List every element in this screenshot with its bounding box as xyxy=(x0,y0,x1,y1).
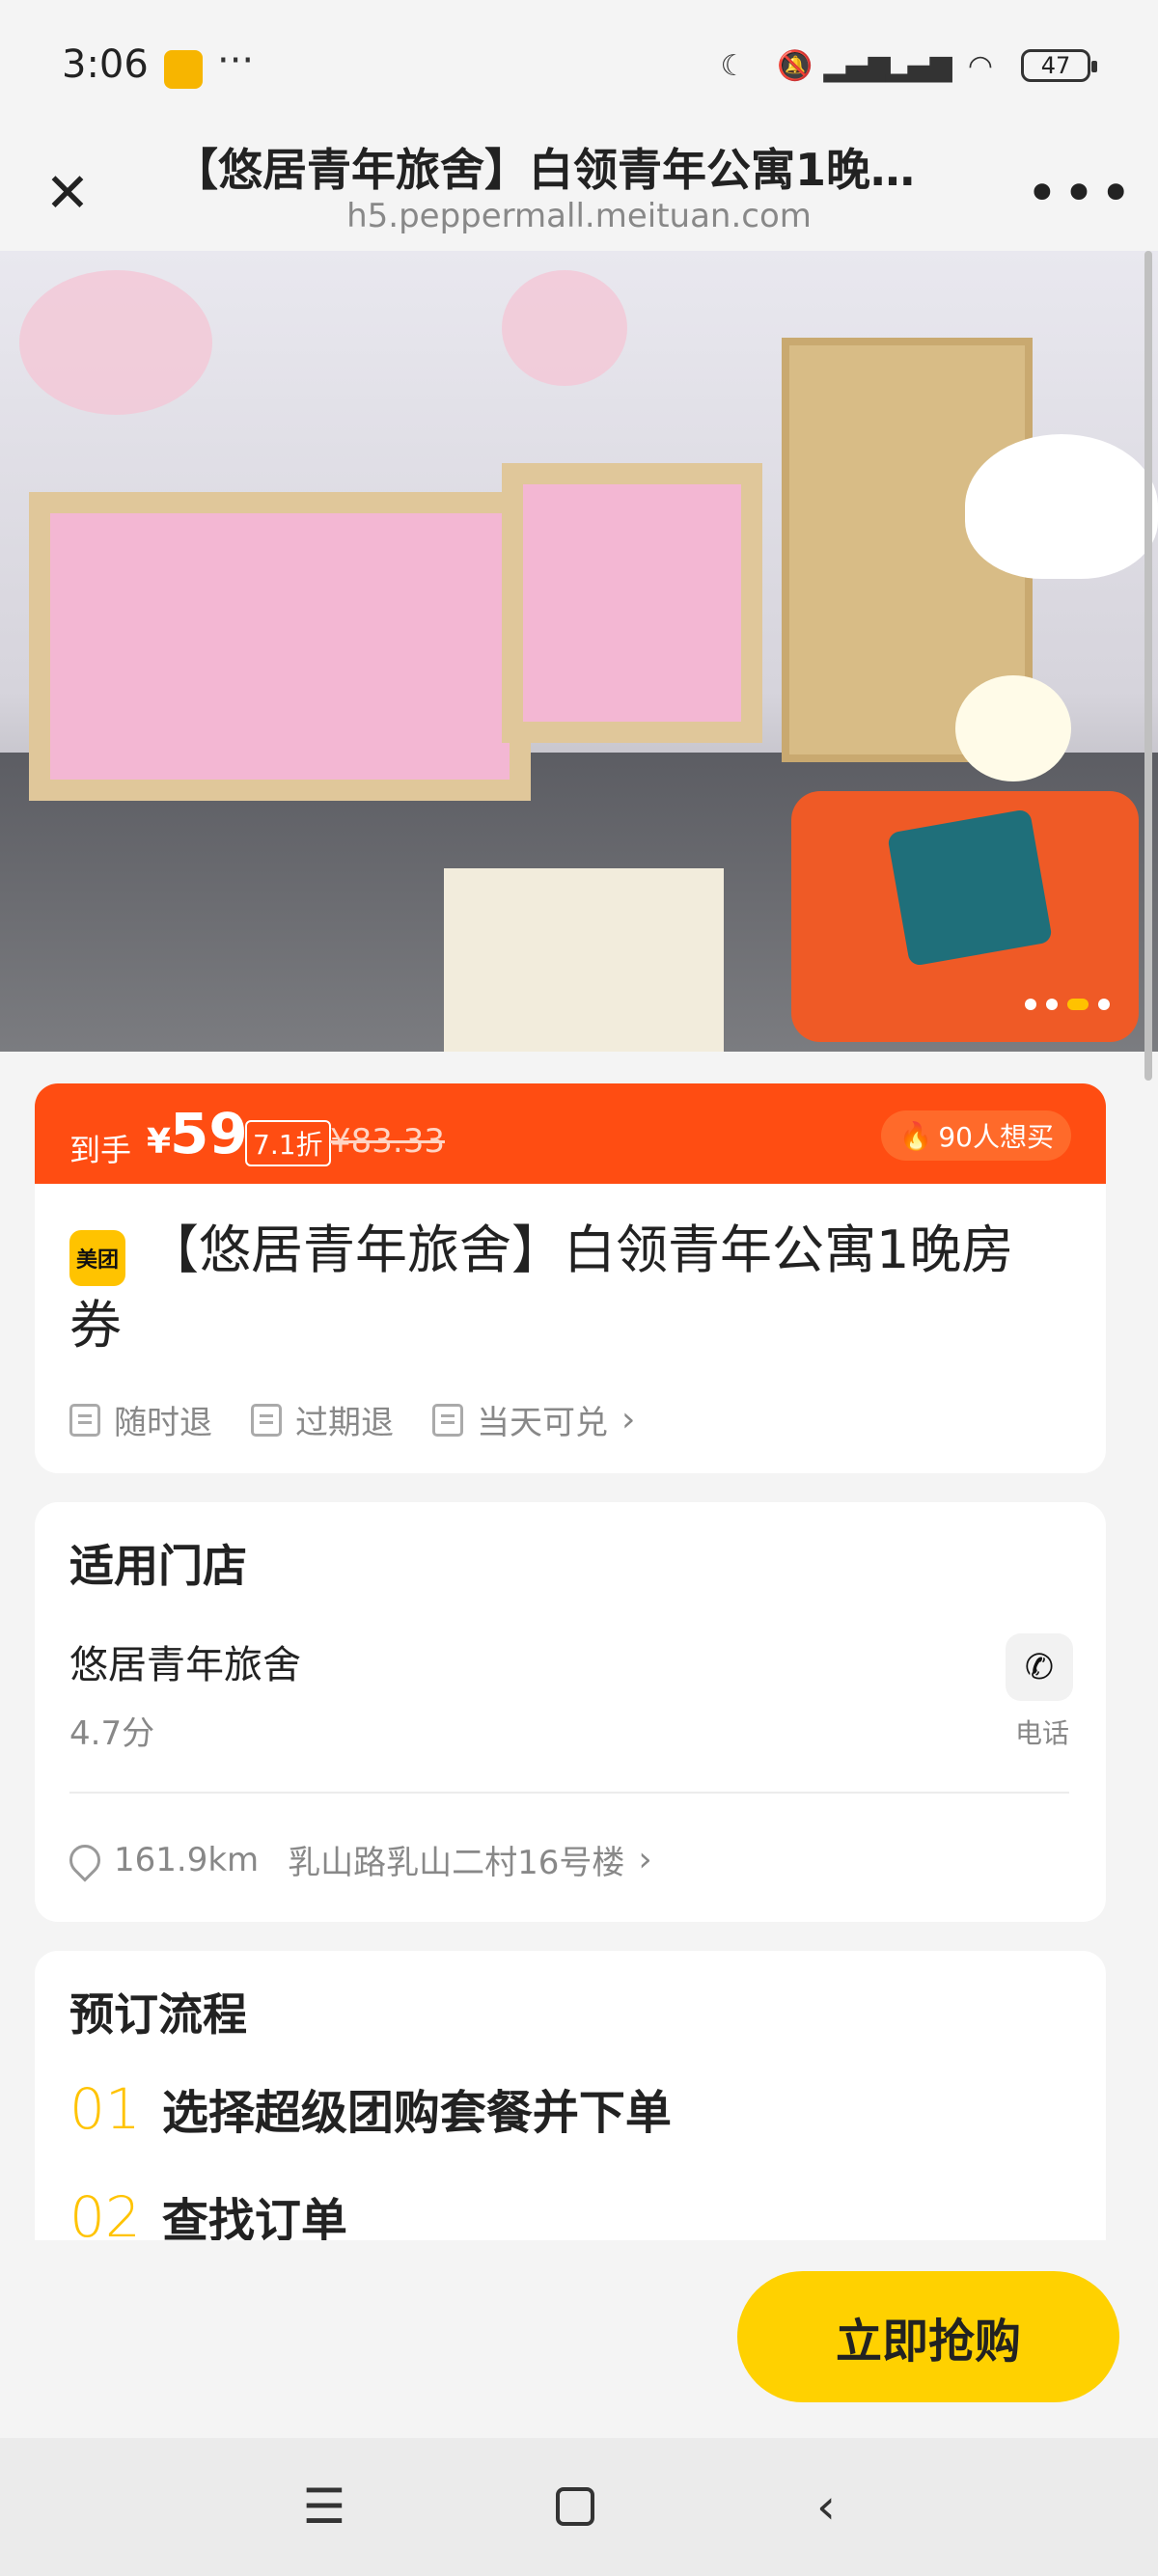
divider xyxy=(69,1792,1069,1794)
home-icon xyxy=(556,2487,594,2526)
scrollbar[interactable] xyxy=(1144,251,1152,1081)
system-nav-bar: ☰ ‹ xyxy=(0,2438,1158,2576)
store-section-title: 适用门店 xyxy=(69,1540,247,1592)
browser-header: ✕ 【悠居青年旅舍】白领青年公寓1晚… h5.peppermall.meitua… xyxy=(0,135,1158,251)
booking-process-card: 预订流程 01 选择超级团购套餐并下单 02 查找订单 xyxy=(35,1951,1106,2250)
store-rating: 4.7分 xyxy=(69,1714,155,1753)
product-title: 【悠居青年旅舍】白领青年公寓1晚房券 xyxy=(69,1219,1014,1356)
store-card: 适用门店 悠居青年旅舍 4.7分 ✆ 电话 161.9km 乳山路乳山二村16号… xyxy=(35,1502,1106,1922)
status-bar: 3:06 ··· ☾ 🔕 ▂▄▆ ▂▄▆ ◠ 47 xyxy=(0,0,1158,135)
price-label: 到手 xyxy=(69,1132,132,1168)
phone-label: 电话 xyxy=(1014,1717,1069,1749)
signal-icon: ▂▄▆ xyxy=(823,48,891,83)
step-number: 01 xyxy=(69,2076,141,2142)
document-icon xyxy=(251,1403,282,1437)
chevron-right-icon: › xyxy=(638,1840,652,1879)
close-button[interactable]: ✕ xyxy=(29,154,106,232)
original-price: ¥83.33 xyxy=(330,1122,445,1161)
address-row[interactable]: 161.9km 乳山路乳山二村16号楼 › xyxy=(63,1836,652,1883)
moon-icon: ☾ xyxy=(720,48,747,83)
location-pin-icon xyxy=(63,1837,107,1882)
want-count: 90人想买 xyxy=(938,1121,1054,1153)
app-notification-icon xyxy=(164,50,203,89)
tag-refund-anytime: 随时退 xyxy=(69,1396,212,1443)
mute-icon: 🔕 xyxy=(777,48,813,83)
want-count-badge: 🔥 90人想买 xyxy=(881,1110,1071,1161)
store-address: 乳山路乳山二村16号楼 xyxy=(288,1844,625,1882)
fire-icon: 🔥 xyxy=(898,1119,933,1152)
battery-icon: 47 xyxy=(1021,49,1097,82)
phone-icon: ✆ xyxy=(1024,1647,1055,1687)
document-icon xyxy=(69,1403,100,1437)
price-value: 59 xyxy=(170,1101,248,1166)
menu-icon[interactable]: ☰ xyxy=(286,2473,363,2540)
price-banner: 到手 ¥ 59 7.1折 ¥83.33 🔥 90人想买 xyxy=(35,1083,1106,1184)
product-image-carousel[interactable] xyxy=(0,251,1158,1052)
store-distance: 161.9km xyxy=(114,1840,260,1879)
signal-icon: ▂▄▆ xyxy=(885,48,952,83)
status-icons: ☾ 🔕 ▂▄▆ ▂▄▆ ◠ 47 xyxy=(712,46,1097,85)
booking-step: 01 选择超级团购套餐并下单 xyxy=(69,2074,672,2142)
back-icon[interactable]: ‹ xyxy=(787,2473,865,2540)
calendar-check-icon xyxy=(432,1403,463,1437)
price-currency: ¥ xyxy=(147,1122,172,1162)
tag-refund-expired: 过期退 xyxy=(251,1396,394,1443)
more-options-button[interactable]: ••• xyxy=(1026,154,1133,232)
wifi-icon: ◠ xyxy=(967,48,994,83)
carousel-indicator xyxy=(1025,999,1110,1010)
home-button[interactable] xyxy=(537,2473,614,2540)
bottom-action-bar: 立即抢购 xyxy=(0,2240,1158,2438)
meituan-logo: 美团 xyxy=(69,1230,125,1286)
step-text: 选择超级团购套餐并下单 xyxy=(161,2086,672,2140)
phone-button[interactable]: ✆ xyxy=(1006,1633,1073,1701)
store-name[interactable]: 悠居青年旅舍 xyxy=(69,1633,301,1689)
status-time: 3:06 xyxy=(62,42,149,87)
product-title-card: 【悠居青年旅舍】白领青年公寓1晚房券 美团 随时退 过期退 当天可兑 › xyxy=(35,1184,1106,1473)
policy-tags[interactable]: 随时退 过期退 当天可兑 › xyxy=(69,1396,635,1443)
tag-same-day: 当天可兑 › xyxy=(432,1396,635,1443)
more-notifications-icon: ··· xyxy=(217,39,255,83)
discount-badge: 7.1折 xyxy=(245,1120,331,1166)
booking-section-title: 预订流程 xyxy=(69,1988,247,2041)
chevron-right-icon: › xyxy=(621,1400,636,1439)
buy-now-button[interactable]: 立即抢购 xyxy=(737,2271,1119,2402)
page-url: h5.peppermall.meituan.com xyxy=(346,197,812,235)
page-title: 【悠居青年旅舍】白领青年公寓1晚… xyxy=(174,144,916,196)
